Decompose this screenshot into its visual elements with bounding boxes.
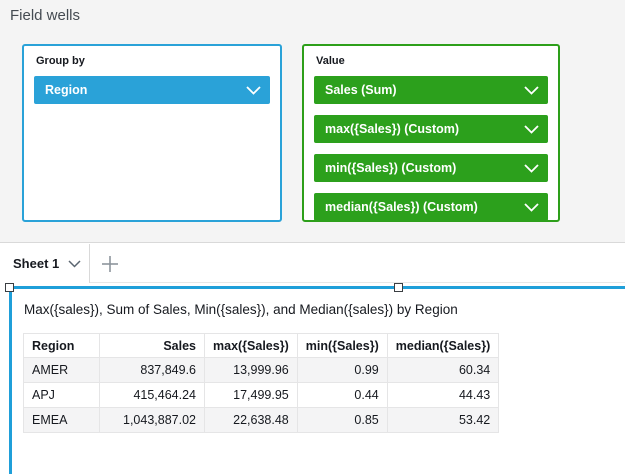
cell-region[interactable]: APJ [24, 383, 100, 408]
value-label: Value [316, 55, 548, 67]
field-pill-label: max({Sales}) (Custom) [325, 122, 459, 136]
field-wells-panel: Field wells Group by Region Value Sales … [0, 0, 625, 243]
field-pill-sales-sum[interactable]: Sales (Sum) [314, 76, 548, 104]
cell-region[interactable]: EMEA [24, 408, 100, 433]
add-sheet-button[interactable] [92, 244, 128, 283]
column-header-region[interactable]: Region [24, 334, 100, 358]
table-visual[interactable]: Max({sales}), Sum of Sales, Min({sales})… [9, 286, 625, 474]
visual-title[interactable]: Max({sales}), Sum of Sales, Min({sales})… [24, 302, 617, 317]
chevron-down-icon [246, 86, 261, 95]
sheet-tab-label: Sheet 1 [13, 256, 59, 271]
resize-handle-top-middle[interactable] [394, 283, 403, 292]
table-row: EMEA 1,043,887.02 22,638.48 0.85 53.42 [24, 408, 499, 433]
cell-min-sales[interactable]: 0.99 [297, 358, 387, 383]
column-header-min-sales[interactable]: min({Sales}) [297, 334, 387, 358]
tab-sheet-1[interactable]: Sheet 1 [0, 244, 90, 283]
field-pill-region[interactable]: Region [34, 76, 270, 104]
cell-max-sales[interactable]: 13,999.96 [205, 358, 298, 383]
pivot-table: Region Sales max({Sales}) min({Sales}) m… [23, 333, 499, 433]
field-pill-label: Region [45, 83, 87, 97]
cell-max-sales[interactable]: 17,499.95 [205, 383, 298, 408]
chevron-down-icon [524, 125, 539, 134]
cell-min-sales[interactable]: 0.44 [297, 383, 387, 408]
cell-max-sales[interactable]: 22,638.48 [205, 408, 298, 433]
value-well[interactable]: Value Sales (Sum) max({Sales}) (Custom) … [302, 44, 560, 222]
field-pill-max-sales[interactable]: max({Sales}) (Custom) [314, 115, 548, 143]
cell-median-sales[interactable]: 60.34 [387, 358, 498, 383]
column-header-max-sales[interactable]: max({Sales}) [205, 334, 298, 358]
cell-sales[interactable]: 837,849.6 [100, 358, 205, 383]
chevron-down-icon [68, 260, 81, 268]
resize-handle-top-left[interactable] [5, 283, 14, 292]
column-header-median-sales[interactable]: median({Sales}) [387, 334, 498, 358]
analysis-editor: Field wells Group by Region Value Sales … [0, 0, 625, 474]
analysis-canvas: Max({sales}), Sum of Sales, Min({sales})… [0, 284, 625, 474]
cell-region[interactable]: AMER [24, 358, 100, 383]
cell-median-sales[interactable]: 53.42 [387, 408, 498, 433]
cell-sales[interactable]: 415,464.24 [100, 383, 205, 408]
group-by-label: Group by [36, 55, 270, 67]
chevron-down-icon [524, 164, 539, 173]
field-pill-min-sales[interactable]: min({Sales}) (Custom) [314, 154, 548, 182]
field-pill-median-sales[interactable]: median({Sales}) (Custom) [314, 193, 548, 221]
cell-sales[interactable]: 1,043,887.02 [100, 408, 205, 433]
table-row: APJ 415,464.24 17,499.95 0.44 44.43 [24, 383, 499, 408]
field-pill-label: median({Sales}) (Custom) [325, 200, 478, 214]
sheet-tab-bar: Sheet 1 [0, 244, 625, 283]
field-wells-title: Field wells [10, 7, 80, 24]
plus-icon [101, 255, 119, 273]
cell-median-sales[interactable]: 44.43 [387, 383, 498, 408]
chevron-down-icon [524, 86, 539, 95]
group-by-well[interactable]: Group by Region [22, 44, 282, 222]
chevron-down-icon [524, 203, 539, 212]
cell-min-sales[interactable]: 0.85 [297, 408, 387, 433]
field-pill-label: min({Sales}) (Custom) [325, 161, 456, 175]
table-header-row: Region Sales max({Sales}) min({Sales}) m… [24, 334, 499, 358]
table-row: AMER 837,849.6 13,999.96 0.99 60.34 [24, 358, 499, 383]
column-header-sales[interactable]: Sales [100, 334, 205, 358]
field-pill-label: Sales (Sum) [325, 83, 397, 97]
